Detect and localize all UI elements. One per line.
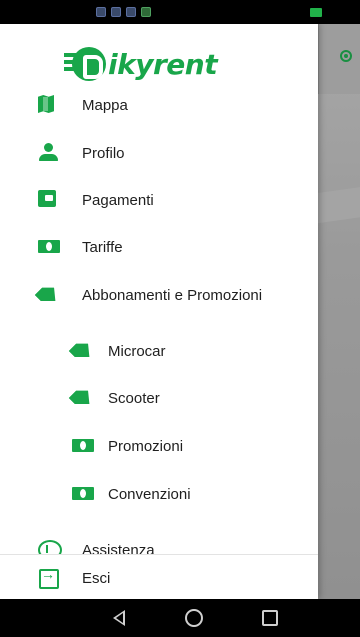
submenu-item-label: Promozioni bbox=[108, 437, 184, 455]
menu-item-label: Abbonamenti e Promozioni bbox=[82, 286, 263, 304]
submenu-item-convenzioni[interactable]: Convenzioni bbox=[0, 471, 318, 517]
submenu-item-scooter[interactable]: Scooter bbox=[0, 375, 318, 421]
tag-icon bbox=[72, 388, 96, 408]
menu-item-mappa[interactable]: Mappa bbox=[0, 82, 318, 128]
menu-item-pagamenti[interactable]: Pagamenti bbox=[0, 177, 318, 223]
submenu-item-label: Convenzioni bbox=[108, 485, 191, 503]
map-toolbar bbox=[318, 24, 360, 94]
logo-mark-icon bbox=[64, 47, 106, 81]
exit-icon bbox=[38, 566, 62, 589]
logo-text: ikyrent bbox=[108, 47, 218, 81]
menu-item-profilo[interactable]: Profilo bbox=[0, 130, 318, 176]
home-icon[interactable] bbox=[185, 609, 203, 627]
system-navigation-bar bbox=[0, 599, 360, 637]
menu-item-label: Mappa bbox=[82, 96, 128, 114]
cash-icon bbox=[72, 484, 96, 504]
notification-icon bbox=[111, 7, 121, 17]
battery-icon bbox=[310, 8, 322, 17]
submenu-item-microcar[interactable]: Microcar bbox=[0, 328, 318, 374]
notification-icons bbox=[96, 7, 151, 17]
locate-icon bbox=[340, 50, 352, 62]
wallet-icon bbox=[38, 190, 62, 210]
tag-icon bbox=[38, 285, 62, 305]
menu-item-label: Profilo bbox=[82, 144, 125, 162]
notification-icon bbox=[141, 7, 151, 17]
notification-icon bbox=[96, 7, 106, 17]
app-logo: ikyrent bbox=[64, 44, 218, 84]
tag-icon bbox=[72, 341, 96, 361]
menu-item-label: Esci bbox=[82, 569, 111, 587]
map-icon bbox=[38, 95, 62, 115]
submenu-item-promozioni[interactable]: Promozioni bbox=[0, 423, 318, 469]
submenu-item-label: Scooter bbox=[108, 389, 160, 407]
menu-item-abbonamenti[interactable]: Abbonamenti e Promozioni bbox=[0, 272, 318, 318]
back-icon[interactable] bbox=[110, 609, 128, 627]
recent-apps-icon[interactable] bbox=[262, 610, 278, 626]
person-icon bbox=[38, 143, 62, 163]
status-bar bbox=[0, 0, 360, 24]
menu-item-esci[interactable]: Esci bbox=[0, 555, 318, 599]
menu-item-label: Pagamenti bbox=[82, 191, 154, 209]
submenu-item-label: Microcar bbox=[108, 342, 166, 360]
drawer-footer: Esci bbox=[0, 554, 318, 599]
menu-item-label: Tariffe bbox=[82, 238, 123, 256]
menu-item-tariffe[interactable]: Tariffe bbox=[0, 224, 318, 270]
cash-icon bbox=[72, 436, 96, 456]
notification-icon bbox=[126, 7, 136, 17]
navigation-drawer: ikyrent Mappa Profilo Pagamenti Tariffe … bbox=[0, 24, 318, 599]
cash-icon bbox=[38, 237, 62, 257]
